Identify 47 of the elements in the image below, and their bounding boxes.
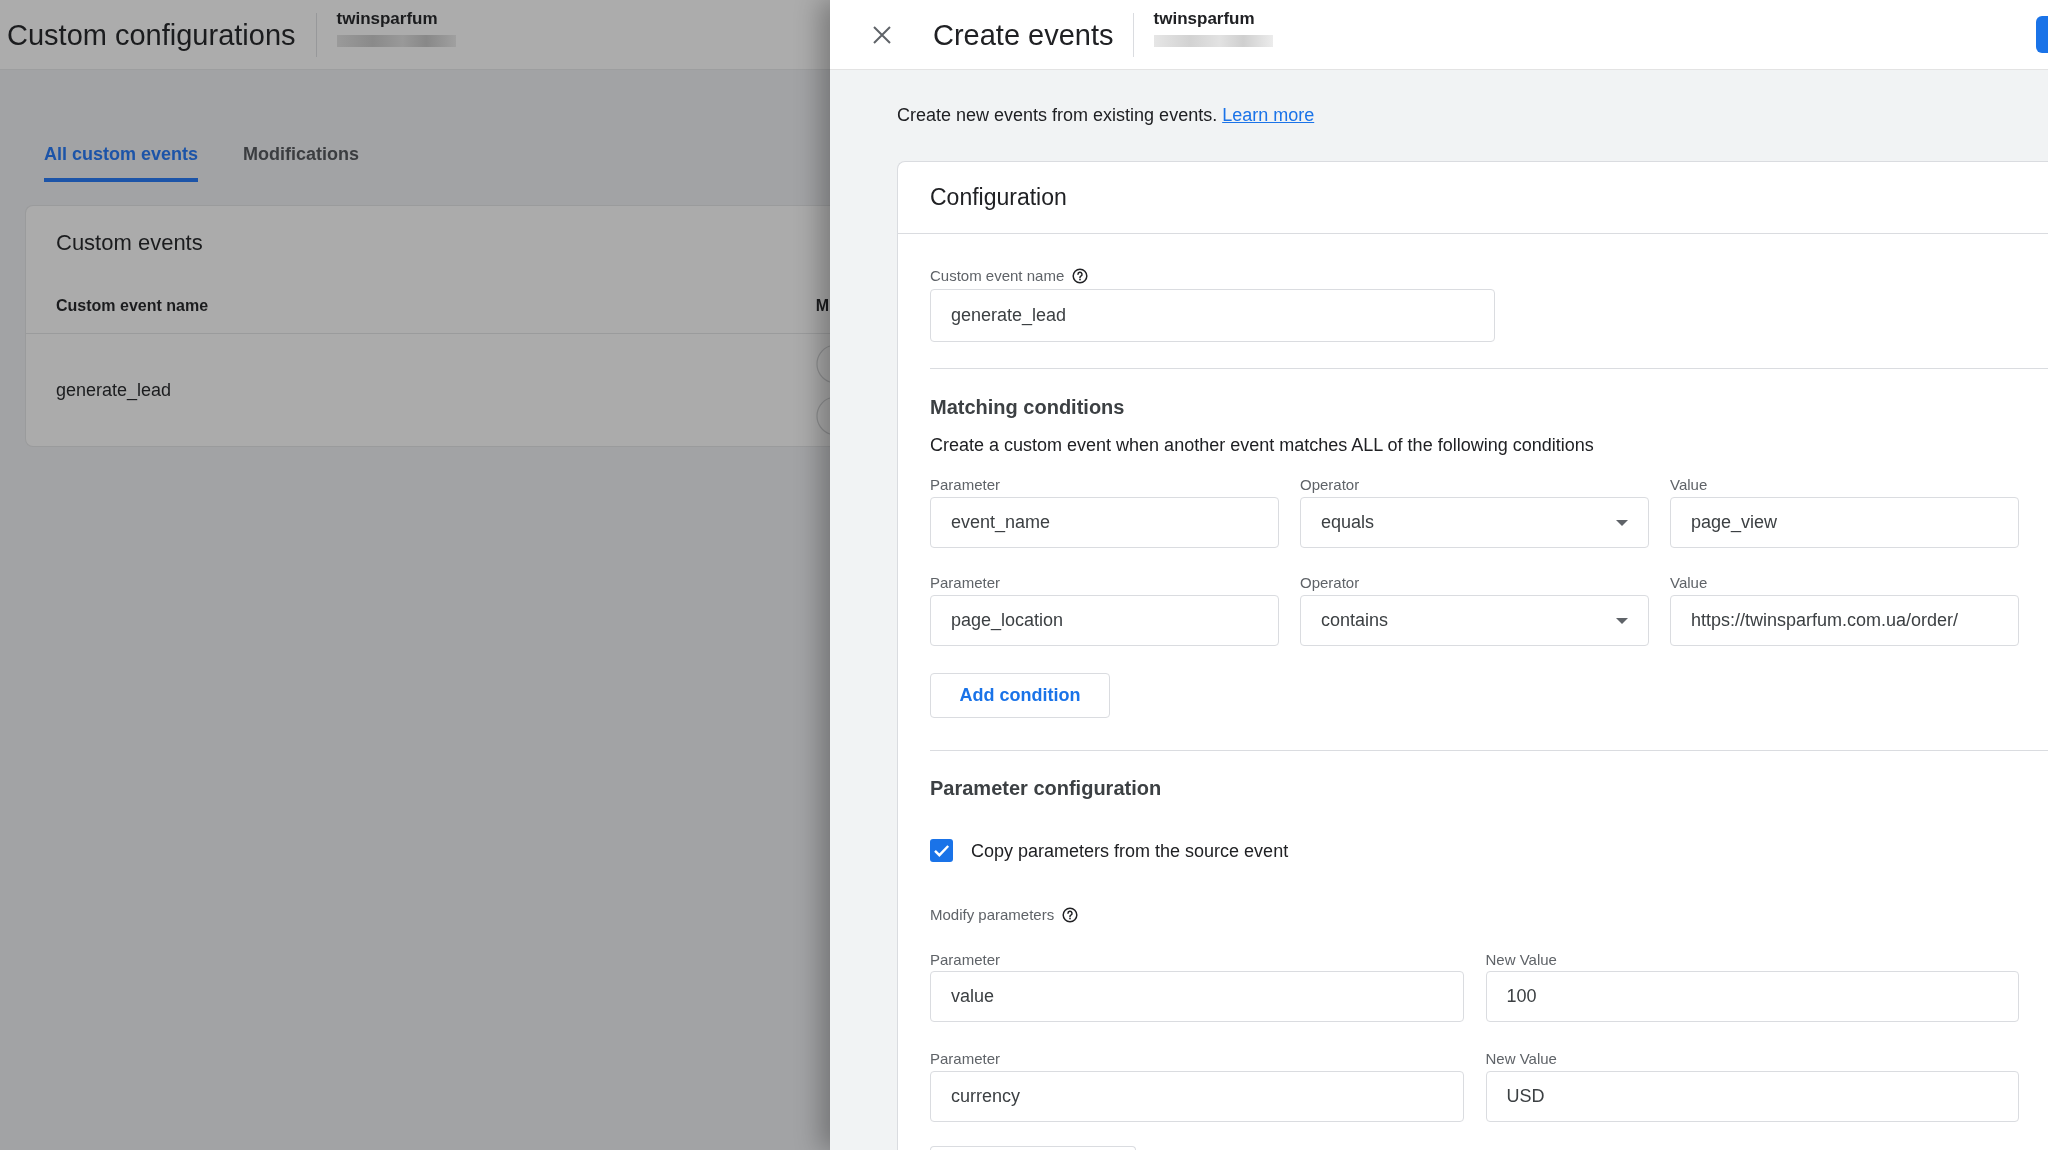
account-name: twinsparfum [336, 9, 439, 29]
dropdown-field[interactable]: contains [1300, 595, 1649, 646]
text-field[interactable]: page_location [930, 595, 1279, 646]
intro-text: Create new events from existing events. Learn more [897, 104, 1315, 126]
column-header: M [815, 296, 829, 316]
card-title: Configuration [930, 183, 1067, 211]
text-field[interactable]: generate_lead [930, 289, 1495, 342]
close-icon[interactable] [872, 24, 892, 45]
field-label: Operator [1300, 574, 1360, 592]
field-label: Value [1670, 476, 1708, 494]
cut-off-button[interactable] [2036, 16, 2048, 53]
dropdown-field[interactable]: equals [1300, 497, 1649, 548]
section-title: Matching conditions [930, 395, 1125, 419]
add-condition-button[interactable]: Add condition [930, 673, 1110, 718]
card-title: Custom events [56, 230, 203, 256]
table-cell: generate_lead [56, 379, 172, 401]
page-title: Custom configurations [7, 17, 296, 52]
field-label: New Value [1485, 951, 1557, 969]
section-title: Parameter configuration [930, 776, 1162, 800]
text-field[interactable]: value [930, 971, 1464, 1022]
text-field[interactable]: page_view [1670, 497, 2019, 548]
field-label: Operator [1300, 476, 1360, 494]
field-label: Custom event name [930, 267, 1065, 285]
learn-more-link[interactable]: Learn more [1222, 105, 1315, 125]
field-label: Parameter [930, 1050, 1001, 1068]
field-label: Parameter [930, 951, 1001, 969]
field-label: Modify parameters [930, 906, 1055, 924]
checkbox[interactable] [930, 839, 953, 862]
help-icon[interactable] [1072, 268, 1089, 284]
field-label: New Value [1485, 1050, 1557, 1068]
text-field[interactable]: 100 [1485, 971, 2019, 1022]
text-field[interactable]: USD [1485, 1071, 2019, 1122]
text-field[interactable]: event_name [930, 497, 1279, 548]
dropdown-caret-icon [1616, 519, 1628, 526]
field-label: Parameter [930, 476, 1001, 494]
text-field[interactable]: currency [930, 1071, 1464, 1122]
checkbox-label: Copy parameters from the source event [971, 839, 1289, 862]
field-label: Value [1670, 574, 1708, 592]
help-icon[interactable] [1062, 907, 1079, 923]
field-label: Parameter [930, 574, 1001, 592]
description-text: Create a custom event when another event matches ALL of the following conditions [930, 434, 1594, 456]
dropdown-caret-icon [1616, 617, 1628, 624]
tab[interactable]: Modifications [243, 143, 360, 182]
text-field[interactable]: https://twinsparfum.com.ua/order/ [1670, 595, 2019, 646]
column-header: Custom event name [56, 296, 209, 316]
panel-title: Create events [933, 17, 1114, 52]
account-name: twinsparfum [1153, 9, 1256, 29]
